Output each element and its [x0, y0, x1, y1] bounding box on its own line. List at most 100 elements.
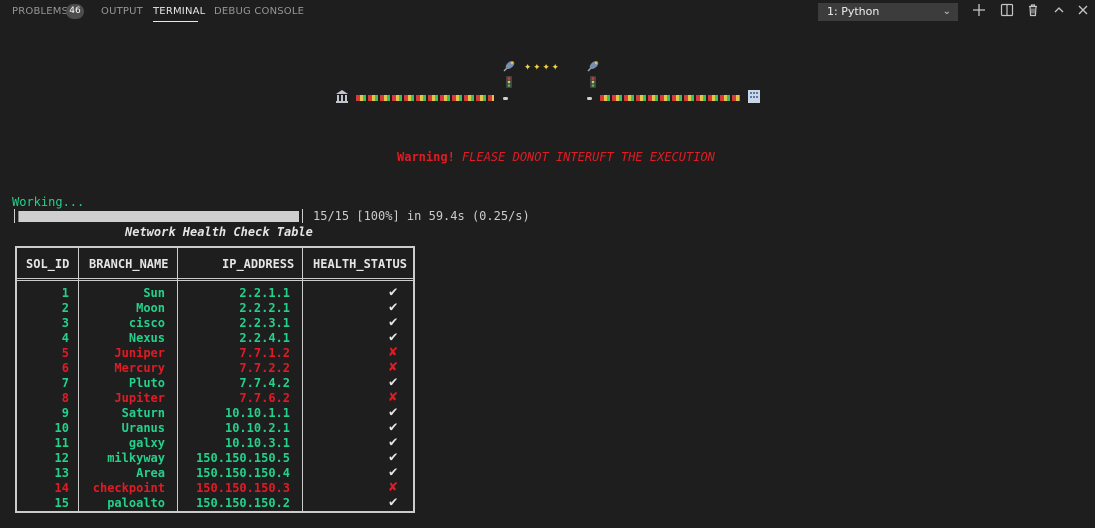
- column-divider: [78, 248, 79, 511]
- column-divider: [302, 248, 303, 511]
- cell-branch-name: galxy: [128, 436, 165, 450]
- check-icon: ✔: [389, 464, 398, 480]
- split-terminal-icon[interactable]: [998, 3, 1016, 21]
- check-icon: ✔: [389, 449, 398, 465]
- cell-ip-address: 150.150.150.5: [196, 451, 290, 465]
- tab-output[interactable]: OUTPUT: [101, 6, 143, 17]
- terminal-select[interactable]: 1: Python ⌄: [818, 3, 958, 21]
- chevron-down-icon: ⌄: [942, 6, 951, 17]
- cell-ip-address: 10.10.3.1: [224, 436, 290, 450]
- check-icon: ✔: [389, 374, 398, 390]
- cell-ip-address: 2.2.2.1: [239, 301, 290, 315]
- cross-icon: ✘: [389, 479, 398, 495]
- cross-icon: ✘: [389, 344, 398, 360]
- cell-ip-address: 150.150.150.4: [196, 466, 290, 480]
- tab-terminal[interactable]: TERMINAL: [153, 6, 205, 17]
- cell-branch-name: Nexus: [128, 331, 165, 345]
- header-separator: [17, 278, 413, 279]
- cell-branch-name: Mercury: [114, 361, 165, 375]
- cell-branch-name: milkyway: [107, 451, 165, 465]
- cell-sol-id: 8: [61, 391, 69, 405]
- cell-ip-address: 10.10.1.1: [224, 406, 290, 420]
- cell-branch-name: Jupiter: [114, 391, 165, 405]
- cell-sol-id: 13: [54, 466, 69, 480]
- cell-branch-name: Uranus: [121, 421, 165, 435]
- cell-sol-id: 12: [54, 451, 69, 465]
- cell-sol-id: 3: [61, 316, 69, 330]
- progress-bar-fill: [19, 211, 299, 222]
- cell-sol-id: 2: [61, 301, 69, 315]
- warning-label: Warning!: [397, 150, 455, 164]
- check-icon: ✔: [389, 299, 398, 315]
- satellite-dish-icon: [586, 59, 600, 77]
- cell-sol-id: 6: [61, 361, 69, 375]
- cell-branch-name: Area: [136, 466, 165, 480]
- cell-branch-name: Saturn: [121, 406, 165, 420]
- cell-ip-address: 7.7.6.2: [239, 391, 290, 405]
- tab-debug-console[interactable]: DEBUG CONSOLE: [214, 6, 304, 17]
- cell-ip-address: 7.7.4.2: [239, 376, 290, 390]
- cross-icon: ✘: [389, 389, 398, 405]
- node-dot: [587, 97, 592, 100]
- cell-ip-address: 150.150.150.3: [196, 481, 290, 495]
- bank-building-icon: [335, 89, 349, 107]
- cell-ip-address: 2.2.4.1: [239, 331, 290, 345]
- progress-bar: [18, 211, 299, 222]
- office-building-icon: [747, 89, 761, 107]
- cell-branch-name: Pluto: [128, 376, 165, 390]
- cell-sol-id: 10: [54, 421, 69, 435]
- chevron-up-icon[interactable]: [1050, 3, 1068, 21]
- add-terminal-icon[interactable]: [970, 3, 988, 21]
- cell-ip-address: 150.150.150.2: [196, 496, 290, 510]
- cell-ip-address: 2.2.3.1: [239, 316, 290, 330]
- trash-icon[interactable]: [1024, 3, 1042, 21]
- panel-header: PROBLEMS 46 OUTPUT TERMINAL DEBUG CONSOL…: [0, 0, 1095, 24]
- cell-branch-name: Juniper: [114, 346, 165, 360]
- close-icon[interactable]: [1074, 3, 1092, 21]
- header-sol-id: SOL_ID: [26, 257, 70, 271]
- check-icon: ✔: [389, 419, 398, 435]
- check-icon: ✔: [389, 284, 398, 300]
- cell-ip-address: 10.10.2.1: [224, 421, 290, 435]
- header-health-status: HEALTH_STATUS: [313, 257, 407, 271]
- check-icon: ✔: [389, 314, 398, 330]
- check-icon: ✔: [389, 494, 398, 510]
- cell-ip-address: 7.7.1.2: [239, 346, 290, 360]
- cell-ip-address: 2.2.1.1: [239, 286, 290, 300]
- cell-sol-id: 9: [61, 406, 69, 420]
- cell-sol-id: 15: [54, 496, 69, 510]
- cell-branch-name: Sun: [143, 286, 165, 300]
- table-title: Network Health Check Table: [125, 225, 313, 239]
- check-icon: ✔: [389, 329, 398, 345]
- cell-sol-id: 5: [61, 346, 69, 360]
- cable-right: [600, 95, 740, 101]
- active-tab-indicator: [153, 21, 198, 22]
- progress-bar-right-edge: [302, 209, 303, 223]
- health-table: SOL_ID BRANCH_NAME IP_ADDRESS HEALTH_STA…: [15, 246, 415, 513]
- traffic-light-icon: [506, 76, 512, 92]
- warning-text: FLEASE DONOT INTERUFT THE EXECUTION: [462, 150, 715, 164]
- header-branch-name: BRANCH_NAME: [89, 257, 169, 271]
- cell-sol-id: 14: [54, 481, 69, 495]
- cable-left: [356, 95, 494, 101]
- check-icon: ✔: [389, 434, 398, 450]
- cell-sol-id: 1: [61, 286, 69, 300]
- cell-ip-address: 7.7.2.2: [239, 361, 290, 375]
- problems-count-badge: 46: [66, 4, 84, 19]
- tab-problems[interactable]: PROBLEMS: [12, 6, 68, 17]
- cell-branch-name: paloalto: [107, 496, 165, 510]
- progress-bar-left-edge: [14, 209, 15, 223]
- cell-branch-name: cisco: [128, 316, 165, 330]
- column-divider: [177, 248, 178, 511]
- status-text: Working...: [12, 195, 85, 209]
- cell-branch-name: Moon: [136, 301, 165, 315]
- warning-message: Warning! FLEASE DONOT INTERUFT THE EXECU…: [397, 150, 715, 164]
- header-ip-address: IP_ADDRESS: [222, 257, 295, 271]
- traffic-light-icon: [590, 76, 596, 92]
- terminal-select-value: 1: Python: [827, 5, 880, 18]
- cell-sol-id: 11: [54, 436, 69, 450]
- cross-icon: ✘: [389, 359, 398, 375]
- stars-decoration: ✦✦✦✦: [524, 59, 561, 73]
- progress-text: 15/15 [100%] in 59.4s (0.25/s): [313, 209, 530, 223]
- cell-sol-id: 7: [61, 376, 69, 390]
